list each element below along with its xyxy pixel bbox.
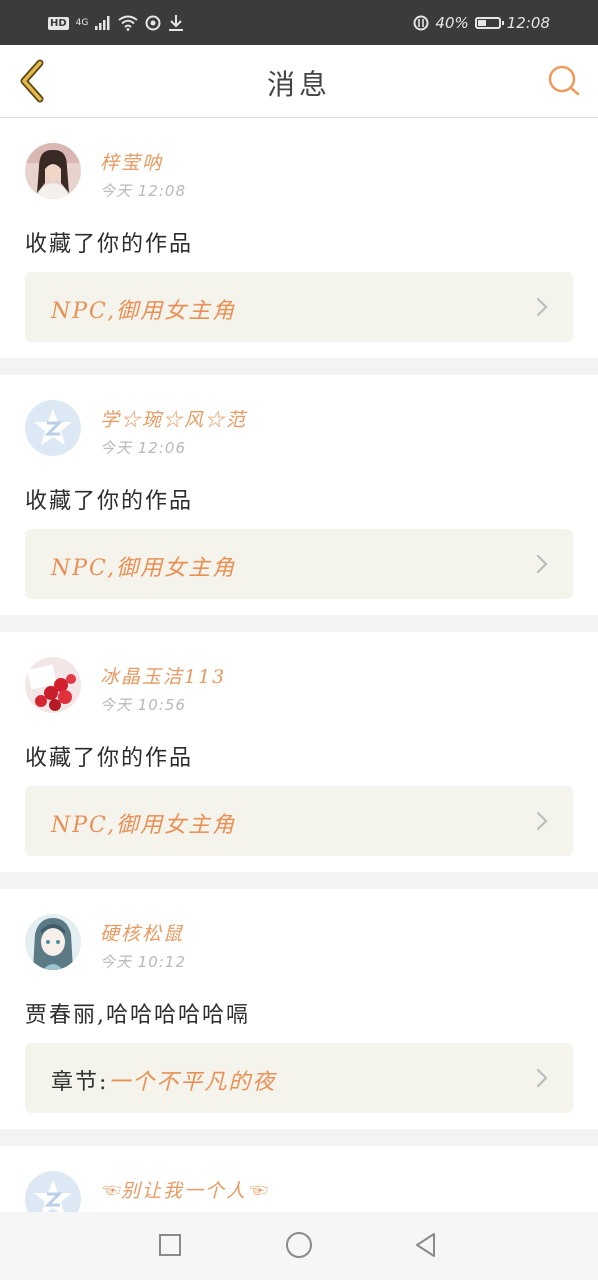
chevron-right-icon [536, 297, 548, 317]
default-avatar-icon [25, 400, 81, 456]
timestamp: 今天 10:12 [100, 953, 186, 971]
home-button[interactable] [286, 1232, 312, 1258]
wifi-icon [118, 15, 138, 31]
battery-level [477, 20, 486, 26]
work-title-text: 一个不平凡的夜 [108, 1070, 277, 1095]
network-type: 4G [75, 17, 89, 28]
status-right: 40% 12:08 [413, 12, 550, 34]
chevron-right-icon [536, 554, 548, 574]
work-title-text: NPC,御用女主角 [51, 299, 237, 324]
username[interactable]: 冰晶玉洁113 [100, 662, 226, 689]
data-saver-icon [413, 15, 429, 31]
search-button[interactable] [546, 63, 582, 99]
notification-card: 冰晶玉洁113 今天 10:56 收藏了你的作品 NPC,御用女主角 [0, 632, 598, 872]
recent-apps-button[interactable] [159, 1234, 181, 1256]
username[interactable]: 硬核松鼠 [100, 919, 184, 946]
message-text: 收藏了你的作品 [25, 232, 194, 257]
timestamp: 今天 12:08 [100, 182, 186, 200]
notification-card: 梓莹呐 今天 12:08 收藏了你的作品 NPC,御用女主角 [0, 118, 598, 358]
username[interactable]: 梓莹呐 [100, 148, 163, 175]
back-triangle-icon[interactable] [412, 1231, 440, 1259]
avatar[interactable] [25, 143, 81, 199]
anime-avatar-icon [25, 914, 81, 970]
search-icon [548, 65, 580, 96]
clock: 12:08 [506, 14, 550, 32]
message-text: 收藏了你的作品 [25, 746, 194, 771]
battery-icon [474, 17, 504, 29]
avatar[interactable] [25, 914, 81, 970]
timestamp: 今天 12:06 [100, 439, 186, 457]
message-text: 收藏了你的作品 [25, 489, 194, 514]
work-title: 章节:一个不平凡的夜 [51, 1064, 276, 1096]
notification-list: 梓莹呐 今天 12:08 收藏了你的作品 NPC,御用女主角 学☆琬☆风☆范 今 [0, 118, 598, 1243]
work-title: NPC,御用女主角 [51, 807, 236, 839]
chevron-right-icon [536, 1068, 548, 1088]
notification-card: 学☆琬☆风☆范 今天 12:06 收藏了你的作品 NPC,御用女主角 [0, 375, 598, 615]
user-photo-icon [25, 143, 81, 199]
page-title: 消息 [266, 68, 331, 101]
work-title: NPC,御用女主角 [51, 293, 236, 325]
username[interactable]: ☜别让我一个人☜ [100, 1176, 268, 1203]
message-text: 贾春丽,哈哈哈哈哈嗝 [25, 1003, 250, 1028]
work-prefix: 章节: [51, 1070, 109, 1095]
hotspot-icon [145, 15, 161, 31]
work-link[interactable]: 章节:一个不平凡的夜 [25, 1043, 573, 1113]
notification-card: 硬核松鼠 今天 10:12 贾春丽,哈哈哈哈哈嗝 章节:一个不平凡的夜 [0, 889, 598, 1129]
app-header: 消息 [0, 45, 598, 118]
work-link[interactable]: NPC,御用女主角 [25, 786, 573, 856]
username[interactable]: 学☆琬☆风☆范 [100, 405, 247, 432]
work-link[interactable]: NPC,御用女主角 [25, 272, 573, 342]
battery-percent: 40% [435, 14, 469, 32]
roses-avatar-icon [25, 657, 81, 713]
hd-badge: HD [48, 16, 69, 30]
avatar[interactable] [25, 657, 81, 713]
avatar[interactable] [25, 400, 81, 456]
work-title-text: NPC,御用女主角 [51, 813, 237, 838]
status-bar: HD 4G 40% 12:08 [0, 0, 598, 45]
timestamp: 今天 10:56 [100, 696, 186, 714]
download-icon [169, 15, 184, 31]
work-title-text: NPC,御用女主角 [51, 556, 237, 581]
signal-icon [95, 16, 110, 30]
work-title: NPC,御用女主角 [51, 550, 236, 582]
status-left: HD 4G [48, 12, 184, 34]
chevron-right-icon [536, 811, 548, 831]
system-nav-bar [0, 1212, 598, 1280]
work-link[interactable]: NPC,御用女主角 [25, 529, 573, 599]
